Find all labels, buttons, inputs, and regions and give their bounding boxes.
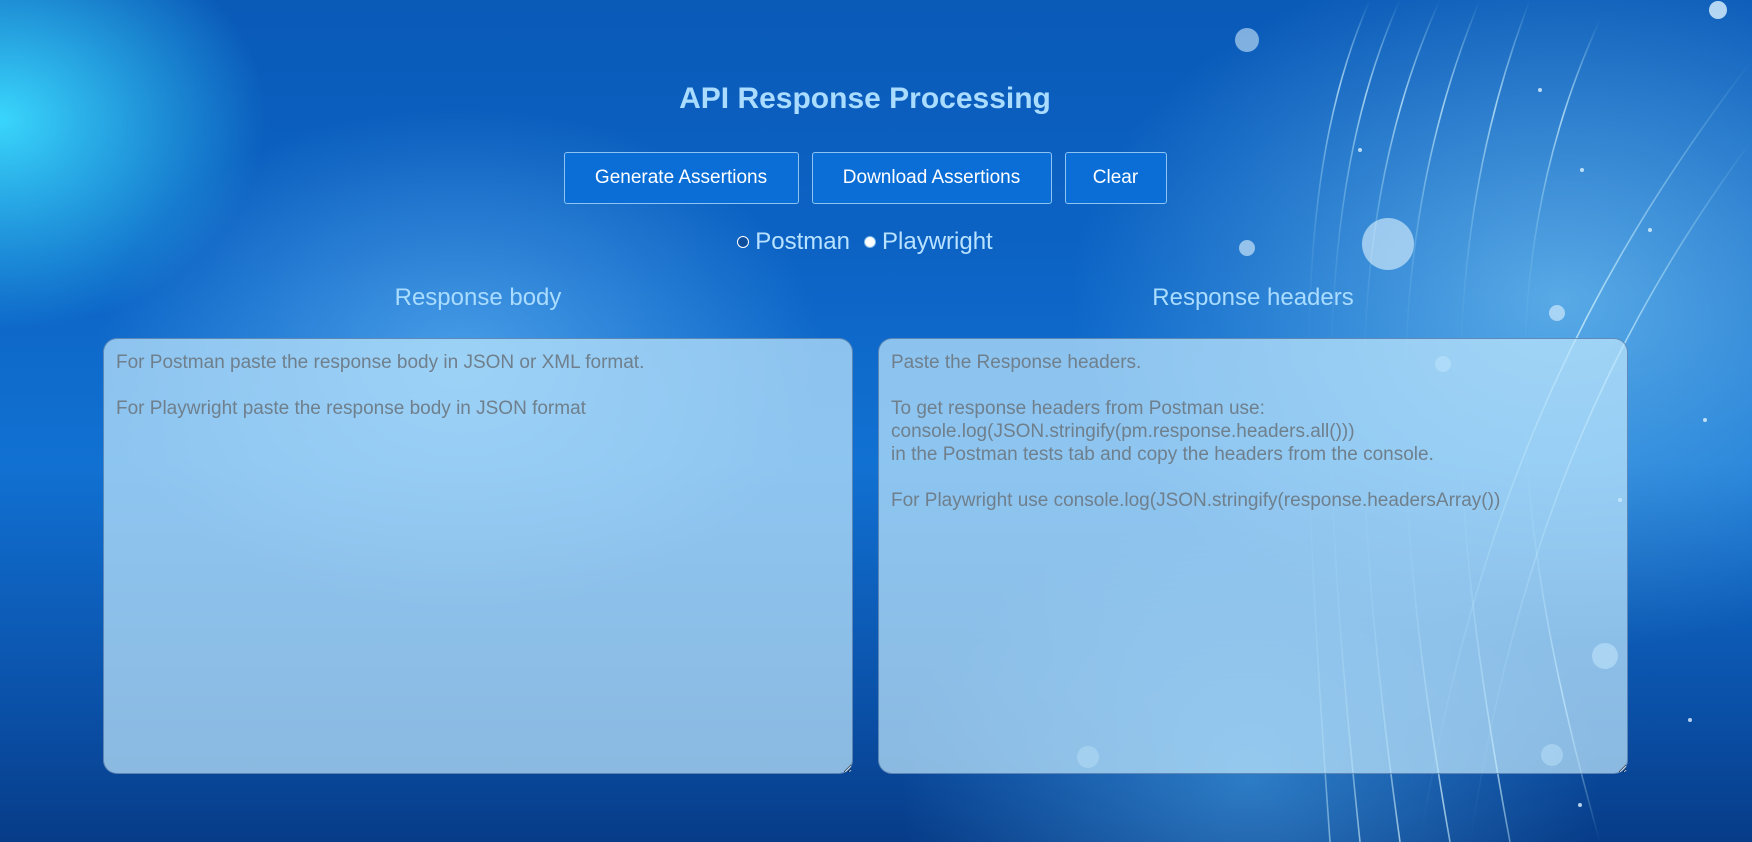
- toolbar: Generate Assertions Download Assertions …: [0, 152, 1730, 204]
- radio-label-playwright: Playwright: [882, 228, 993, 255]
- framework-radio-group: Postman Playwright: [0, 228, 1730, 256]
- response-headers-label: Response headers: [1152, 284, 1354, 311]
- response-headers-textarea[interactable]: [878, 338, 1628, 774]
- radio-option-postman[interactable]: Postman: [737, 228, 850, 256]
- page-title: API Response Processing: [679, 82, 1051, 115]
- response-body-textarea[interactable]: [103, 338, 853, 774]
- radio-label-postman: Postman: [755, 228, 850, 255]
- generate-assertions-button[interactable]: Generate Assertions: [563, 152, 799, 204]
- clear-button[interactable]: Clear: [1064, 152, 1167, 204]
- radio-postman[interactable]: [737, 236, 750, 248]
- download-assertions-button[interactable]: Download Assertions: [811, 152, 1052, 204]
- radio-option-playwright[interactable]: Playwright: [864, 228, 993, 256]
- response-body-label: Response body: [394, 284, 562, 311]
- radio-playwright[interactable]: [864, 236, 876, 248]
